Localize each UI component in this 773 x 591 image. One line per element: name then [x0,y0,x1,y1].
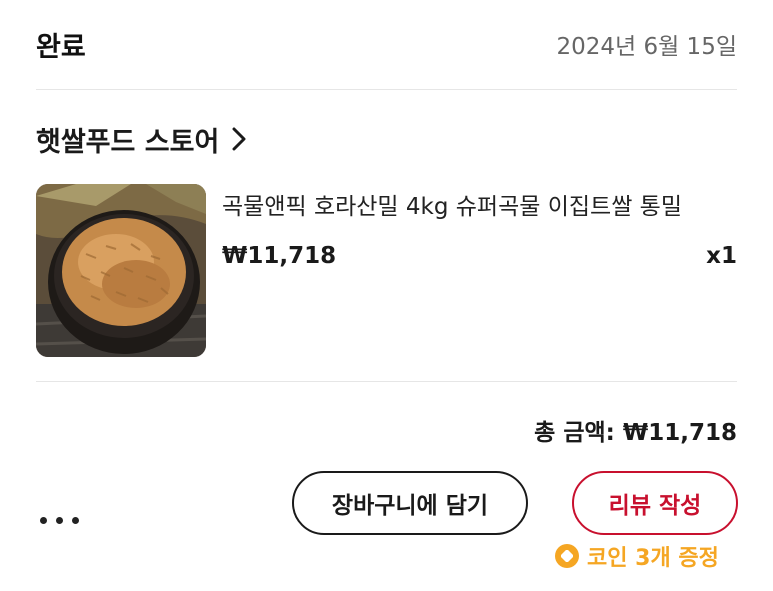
chevron-right-icon [231,125,251,153]
coin-reward-text: 코인 3개 증정 [587,546,719,571]
product-quantity: x1 [706,243,737,269]
product-image[interactable] [36,184,206,357]
order-header: 완료 2024년 6월 15일 [36,22,737,66]
order-date: 2024년 6월 15일 [556,34,737,60]
dot [72,516,79,524]
product-name[interactable]: 곡물앤픽 호라산밀 4kg 슈퍼곡물 이집트쌀 통밀 [222,187,682,221]
more-dots-icon[interactable] [40,510,80,530]
dot [40,516,47,524]
coin-reward: 코인 3개 증정 [555,538,719,574]
divider [36,381,737,382]
order-status: 완료 [36,31,86,63]
dot [56,516,63,524]
write-review-button[interactable]: 리뷰 작성 [572,471,738,535]
product-price: ₩11,718 [222,243,337,269]
add-to-cart-button[interactable]: 장바구니에 담기 [292,471,528,535]
order-card: 완료 2024년 6월 15일 햇쌀푸드 스토어 곡물앤픽 호라산밀 4kg 슈… [0,0,773,591]
order-total: 총 금액: ₩11,718 [534,420,737,446]
divider [36,89,737,90]
store-name: 햇쌀푸드 스토어 [36,126,220,158]
coin-icon [555,544,579,568]
store-link[interactable]: 햇쌀푸드 스토어 [36,117,251,161]
